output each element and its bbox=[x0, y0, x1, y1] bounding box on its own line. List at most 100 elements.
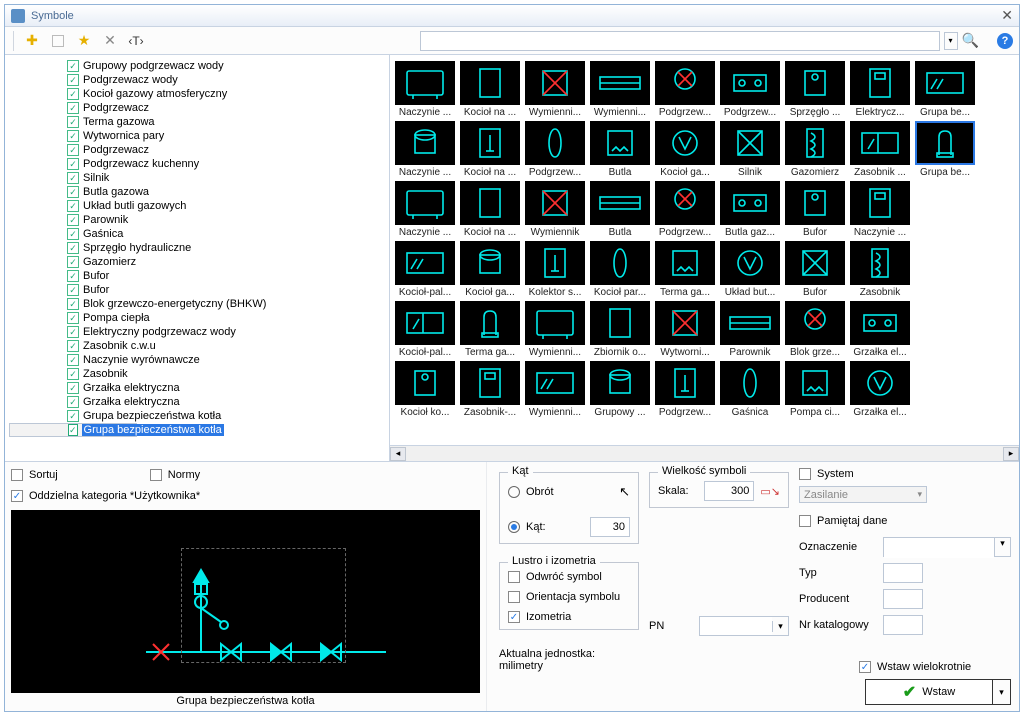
sort-checkbox[interactable]: Sortuj bbox=[11, 469, 58, 481]
symbol-tree[interactable]: ✓Grupowy podgrzewacz wody✓Podgrzewacz wo… bbox=[5, 55, 389, 461]
iso-checkbox[interactable]: ✓Izometria bbox=[508, 611, 630, 623]
multi-insert-checkbox[interactable]: ✓Wstaw wielokrotnie bbox=[859, 661, 1011, 673]
symbol-thumb[interactable] bbox=[720, 121, 780, 165]
symbol-thumb[interactable] bbox=[395, 241, 455, 285]
tree-item[interactable]: ✓Kocioł gazowy atmosferyczny bbox=[9, 87, 389, 101]
symbol-thumb[interactable] bbox=[850, 181, 910, 225]
symbol-thumb[interactable] bbox=[850, 301, 910, 345]
tree-item[interactable]: ✓Gaśnica bbox=[9, 227, 389, 241]
symbol-thumb[interactable] bbox=[850, 121, 910, 165]
symbol-thumb[interactable] bbox=[460, 241, 520, 285]
symbol-thumb[interactable] bbox=[460, 121, 520, 165]
symbol-thumb[interactable] bbox=[785, 241, 845, 285]
symbol-thumb[interactable] bbox=[590, 361, 650, 405]
mark-input[interactable] bbox=[884, 538, 994, 558]
tree-item[interactable]: ✓Grupa bezpieczeństwa kotła bbox=[9, 409, 389, 423]
scroll-left-icon[interactable]: ◂ bbox=[390, 447, 406, 461]
symbol-thumb[interactable] bbox=[395, 361, 455, 405]
flip-checkbox[interactable]: Odwróć symbol bbox=[508, 571, 630, 583]
symbol-thumb[interactable] bbox=[915, 61, 975, 105]
angle-input[interactable] bbox=[590, 517, 630, 537]
delete-button[interactable]: ✕ bbox=[100, 31, 120, 51]
scale-input[interactable] bbox=[704, 481, 754, 501]
tree-item[interactable]: ✓Sprzęgło hydrauliczne bbox=[9, 241, 389, 255]
help-icon[interactable]: ? bbox=[997, 33, 1013, 49]
manufacturer-input[interactable] bbox=[883, 589, 923, 609]
symbol-thumb[interactable] bbox=[850, 61, 910, 105]
symbol-thumb[interactable] bbox=[525, 61, 585, 105]
symbol-thumb[interactable] bbox=[655, 241, 715, 285]
tree-item[interactable]: ✓Wytwornica pary bbox=[9, 129, 389, 143]
symbol-thumb[interactable] bbox=[655, 61, 715, 105]
search-icon[interactable]: 🔍 bbox=[962, 32, 979, 49]
tree-item[interactable]: ✓Elektryczny podgrzewacz wody bbox=[9, 325, 389, 339]
insert-button[interactable]: ✔Wstaw bbox=[865, 679, 993, 705]
pn-input[interactable] bbox=[700, 617, 772, 635]
search-dropdown[interactable]: ▾ bbox=[944, 32, 958, 50]
symbol-thumb[interactable] bbox=[590, 61, 650, 105]
pn-dropdown[interactable]: ▾ bbox=[772, 621, 788, 632]
close-icon[interactable]: ✕ bbox=[1001, 7, 1013, 24]
orient-checkbox[interactable]: Orientacja symbolu bbox=[508, 591, 630, 603]
scroll-right-icon[interactable]: ▸ bbox=[1003, 447, 1019, 461]
system-checkbox[interactable]: System bbox=[799, 468, 1011, 480]
symbol-thumb[interactable] bbox=[720, 241, 780, 285]
rotation-radio[interactable]: Obrót↖ bbox=[508, 481, 630, 503]
tree-item[interactable]: ✓Podgrzewacz bbox=[9, 101, 389, 115]
symbol-thumb[interactable] bbox=[590, 181, 650, 225]
symbol-thumb[interactable] bbox=[785, 181, 845, 225]
tree-item[interactable]: ✓Pompa ciepła bbox=[9, 311, 389, 325]
add-button[interactable]: ✚ bbox=[22, 31, 42, 51]
tree-item[interactable]: ✓Grupowy podgrzewacz wody bbox=[9, 59, 389, 73]
symbol-thumb[interactable] bbox=[655, 301, 715, 345]
symbol-thumb[interactable] bbox=[525, 241, 585, 285]
search-input[interactable] bbox=[420, 31, 940, 51]
symbol-thumb[interactable] bbox=[590, 121, 650, 165]
symbol-thumb[interactable] bbox=[460, 361, 520, 405]
symbol-thumb[interactable] bbox=[785, 361, 845, 405]
favorite-button[interactable]: ★ bbox=[74, 31, 94, 51]
tree-item[interactable]: ✓Podgrzewacz bbox=[9, 143, 389, 157]
tree-item[interactable]: ✓Zasobnik bbox=[9, 367, 389, 381]
symbol-thumb[interactable] bbox=[785, 121, 845, 165]
symbol-thumb[interactable] bbox=[590, 301, 650, 345]
type-input[interactable] bbox=[883, 563, 923, 583]
tree-item[interactable]: ✓Gazomierz bbox=[9, 255, 389, 269]
tree-item[interactable]: ✓Układ butli gazowych bbox=[9, 199, 389, 213]
symbol-thumb[interactable] bbox=[655, 361, 715, 405]
symbol-thumb[interactable] bbox=[395, 61, 455, 105]
tree-item[interactable]: ✓Podgrzewacz wody bbox=[9, 73, 389, 87]
tree-item[interactable]: ✓Silnik bbox=[9, 171, 389, 185]
symbol-thumb[interactable] bbox=[395, 181, 455, 225]
tree-item[interactable]: ✓Bufor bbox=[9, 269, 389, 283]
tree-item[interactable]: ✓Bufor bbox=[9, 283, 389, 297]
catalog-input[interactable] bbox=[883, 615, 923, 635]
symbol-thumb[interactable] bbox=[395, 301, 455, 345]
mark-dropdown[interactable]: ▾ bbox=[994, 538, 1010, 556]
angle-radio[interactable]: Kąt: bbox=[508, 517, 630, 537]
tree-item[interactable]: ✓Grupa bezpieczeństwa kotła bbox=[9, 423, 137, 437]
symbol-grid[interactable]: Naczynie ...Kocioł na ...Wymienni...Wymi… bbox=[390, 55, 1019, 445]
symbol-thumb[interactable] bbox=[655, 121, 715, 165]
symbol-thumb[interactable] bbox=[655, 181, 715, 225]
symbol-thumb[interactable] bbox=[460, 181, 520, 225]
horizontal-scrollbar[interactable]: ◂ ▸ bbox=[390, 445, 1019, 461]
symbol-thumb[interactable] bbox=[460, 61, 520, 105]
tree-item[interactable]: ✓Naczynie wyrównawcze bbox=[9, 353, 389, 367]
symbol-thumb[interactable] bbox=[590, 241, 650, 285]
insert-dropdown[interactable]: ▾ bbox=[993, 679, 1011, 705]
grid-button[interactable] bbox=[48, 31, 68, 51]
symbol-thumb[interactable] bbox=[785, 61, 845, 105]
symbol-thumb[interactable] bbox=[915, 121, 975, 165]
scale-pick-icon[interactable]: ▭↘ bbox=[760, 485, 780, 498]
remember-checkbox[interactable]: Pamiętaj dane bbox=[799, 515, 1011, 527]
tree-item[interactable]: ✓Parownik bbox=[9, 213, 389, 227]
symbol-thumb[interactable] bbox=[395, 121, 455, 165]
symbol-thumb[interactable] bbox=[720, 301, 780, 345]
symbol-thumb[interactable] bbox=[525, 121, 585, 165]
tree-item[interactable]: ✓Podgrzewacz kuchenny bbox=[9, 157, 389, 171]
tree-item[interactable]: ✓Grzałka elektryczna bbox=[9, 381, 389, 395]
symbol-thumb[interactable] bbox=[525, 361, 585, 405]
symbol-thumb[interactable] bbox=[785, 301, 845, 345]
tree-item[interactable]: ✓Terma gazowa bbox=[9, 115, 389, 129]
